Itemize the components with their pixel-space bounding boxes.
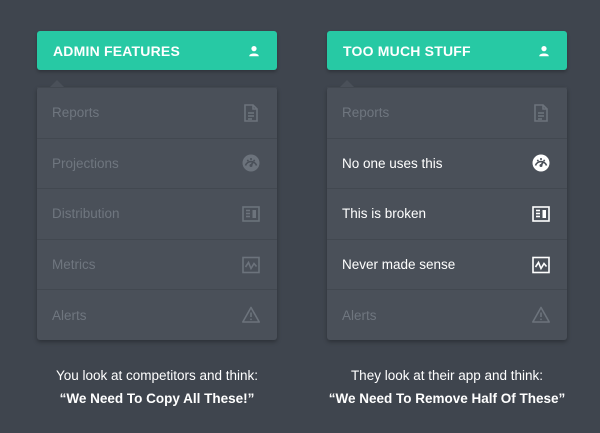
gauge-icon	[532, 154, 550, 172]
columns-icon	[242, 206, 260, 222]
columns-icon	[532, 206, 550, 222]
menu-caret	[340, 80, 354, 87]
menu-item-label: Never made sense	[342, 257, 456, 273]
menu-item-label: Distribution	[52, 206, 120, 222]
menu-item-no-one-uses-this[interactable]: No one uses this	[327, 137, 567, 189]
menu-item-label: Metrics	[52, 257, 96, 273]
left-panel: ADMIN FEATURES Reports Projections Distr…	[37, 31, 277, 340]
menu-item-label: This is broken	[342, 206, 427, 222]
gauge-icon	[242, 154, 260, 172]
admin-features-header[interactable]: ADMIN FEATURES	[37, 31, 277, 70]
left-caption: You look at competitors and think: “We N…	[17, 367, 297, 408]
warning-icon	[532, 306, 550, 323]
menu-item-reports[interactable]: Reports	[37, 87, 277, 138]
menu-item-alerts[interactable]: Alerts	[327, 289, 567, 340]
too-much-stuff-header[interactable]: TOO MUCH STUFF	[327, 31, 567, 70]
header-title: ADMIN FEATURES	[53, 42, 180, 59]
menu-item-metrics[interactable]: Metrics	[37, 238, 277, 290]
chart-icon	[532, 256, 550, 273]
dropdown-menu: Reports No one uses this This is broken …	[327, 80, 567, 340]
menu-item-never-made-sense[interactable]: Never made sense	[327, 238, 567, 290]
dropdown-menu: Reports Projections Distribution Metrics…	[37, 80, 277, 340]
menu-item-projections[interactable]: Projections	[37, 137, 277, 189]
menu-caret	[50, 80, 64, 87]
caption-line-1: You look at competitors and think:	[55, 368, 259, 383]
menu-item-alerts[interactable]: Alerts	[37, 289, 277, 340]
menu-item-label: Reports	[342, 105, 390, 121]
menu-item-label: Reports	[52, 105, 100, 121]
right-caption: They look at their app and think: “We Ne…	[307, 367, 587, 408]
user-icon	[539, 45, 549, 56]
caption-line-2: “We Need To Remove Half Of These”	[328, 391, 566, 406]
document-icon	[244, 103, 258, 122]
menu-item-label: Projections	[52, 155, 119, 171]
menu-item-label: Alerts	[52, 307, 87, 323]
menu-item-distribution[interactable]: Distribution	[37, 188, 277, 239]
menu-item-this-is-broken[interactable]: This is broken	[327, 188, 567, 239]
menu-item-label: No one uses this	[342, 155, 443, 171]
header-title: TOO MUCH STUFF	[343, 42, 471, 59]
document-icon	[534, 103, 548, 122]
caption-line-2: “We Need To Copy All These!”	[59, 391, 255, 406]
right-panel: TOO MUCH STUFF Reports No one uses this	[327, 31, 567, 340]
user-icon	[249, 45, 259, 56]
chart-icon	[242, 256, 260, 273]
menu-item-reports[interactable]: Reports	[327, 87, 567, 138]
menu-item-label: Alerts	[342, 307, 377, 323]
caption-line-1: They look at their app and think:	[350, 368, 544, 383]
warning-icon	[242, 306, 260, 323]
